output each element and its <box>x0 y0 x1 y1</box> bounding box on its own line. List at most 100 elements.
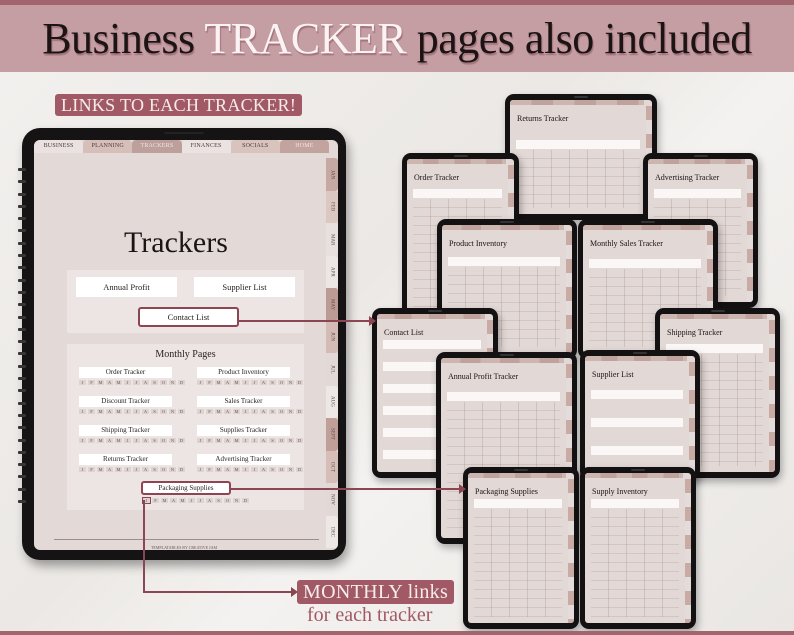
side-tab-jan[interactable]: JAN <box>326 158 338 191</box>
month-link[interactable]: S <box>269 409 276 414</box>
month-link[interactable]: J <box>133 380 140 385</box>
month-link[interactable]: S <box>151 409 158 414</box>
month-link[interactable]: S <box>269 380 276 385</box>
month-link[interactable]: A <box>142 409 149 414</box>
monthly-tracker-link[interactable]: Order Tracker <box>79 367 172 378</box>
month-link[interactable]: N <box>233 498 240 503</box>
month-link[interactable]: N <box>169 467 176 472</box>
side-tab-feb[interactable]: FEB <box>326 190 338 223</box>
month-link[interactable]: D <box>242 498 249 503</box>
month-link[interactable]: J <box>133 409 140 414</box>
preview-supplier-list[interactable]: Supplier List <box>580 350 700 480</box>
monthly-tracker-link[interactable]: Product Inventory <box>197 367 290 378</box>
preview-supply-inventory[interactable]: Supply Inventory <box>580 467 696 629</box>
month-link[interactable]: F <box>206 438 213 443</box>
preview-returns-tracker[interactable]: Returns Tracker <box>505 94 657 220</box>
month-link[interactable]: J <box>242 409 249 414</box>
tab-home[interactable]: HOME <box>279 140 330 153</box>
month-link[interactable]: M <box>233 409 240 414</box>
monthly-tracker-link[interactable]: Returns Tracker <box>79 454 172 465</box>
month-link[interactable]: S <box>151 438 158 443</box>
month-link[interactable]: J <box>251 380 258 385</box>
month-link[interactable]: F <box>88 467 95 472</box>
month-link[interactable]: F <box>88 380 95 385</box>
month-link[interactable]: J <box>197 467 204 472</box>
month-link[interactable]: J <box>251 467 258 472</box>
month-link[interactable]: J <box>197 498 204 503</box>
month-link[interactable]: O <box>160 380 167 385</box>
month-link[interactable]: F <box>206 467 213 472</box>
side-tab-jul[interactable]: JUL <box>326 353 338 386</box>
month-link[interactable]: N <box>287 438 294 443</box>
month-link[interactable]: O <box>278 438 285 443</box>
month-link[interactable]: A <box>142 467 149 472</box>
month-link[interactable]: A <box>260 467 267 472</box>
side-tab-mar[interactable]: MAR <box>326 223 338 256</box>
month-link[interactable]: A <box>224 380 231 385</box>
month-link[interactable]: F <box>206 380 213 385</box>
month-link[interactable]: O <box>278 467 285 472</box>
monthly-tracker-link[interactable]: Discount Tracker <box>79 396 172 407</box>
month-link[interactable]: M <box>179 498 186 503</box>
tab-finances[interactable]: FINANCES <box>181 140 231 153</box>
month-link[interactable]: J <box>124 438 131 443</box>
month-link[interactable]: O <box>160 467 167 472</box>
month-link[interactable]: M <box>97 409 104 414</box>
month-link[interactable]: F <box>88 438 95 443</box>
month-link[interactable]: J <box>197 409 204 414</box>
monthly-tracker-link[interactable]: Advertising Tracker <box>197 454 290 465</box>
month-link[interactable]: J <box>251 438 258 443</box>
month-link[interactable]: J <box>242 438 249 443</box>
contact-list-link[interactable]: Contact List <box>138 307 239 327</box>
month-link[interactable]: J <box>242 380 249 385</box>
side-tab-jun[interactable]: JUN <box>326 320 338 353</box>
month-link[interactable]: A <box>106 438 113 443</box>
month-link[interactable]: N <box>287 467 294 472</box>
month-link[interactable]: D <box>178 409 185 414</box>
month-link[interactable]: J <box>79 438 86 443</box>
month-link[interactable]: J <box>79 409 86 414</box>
monthly-tracker-link[interactable]: Shipping Tracker <box>79 425 172 436</box>
side-tab-sept[interactable]: SEPT <box>326 418 338 451</box>
month-link[interactable]: J <box>124 380 131 385</box>
month-link[interactable]: S <box>151 380 158 385</box>
month-link[interactable]: S <box>269 438 276 443</box>
monthly-tracker-link[interactable]: Supplies Tracker <box>197 425 290 436</box>
month-link[interactable]: F <box>88 409 95 414</box>
month-link[interactable]: O <box>278 380 285 385</box>
month-link[interactable]: J <box>79 380 86 385</box>
month-link[interactable]: M <box>97 467 104 472</box>
month-link[interactable]: M <box>97 380 104 385</box>
month-link[interactable]: M <box>115 409 122 414</box>
month-link[interactable]: D <box>296 409 303 414</box>
month-link[interactable]: J <box>124 467 131 472</box>
month-link[interactable]: M <box>215 438 222 443</box>
month-link[interactable]: N <box>169 409 176 414</box>
month-link[interactable]: N <box>287 380 294 385</box>
side-tab-may[interactable]: MAY <box>326 288 338 321</box>
month-link[interactable]: F <box>206 409 213 414</box>
tab-trackers[interactable]: TRACKERS <box>132 140 182 153</box>
month-link[interactable]: A <box>170 498 177 503</box>
preview-packaging-supplies[interactable]: Packaging Supplies <box>463 467 579 629</box>
month-link[interactable]: M <box>115 438 122 443</box>
month-link[interactable]: D <box>296 438 303 443</box>
month-link[interactable]: D <box>178 380 185 385</box>
month-link[interactable]: M <box>115 467 122 472</box>
tab-planning[interactable]: PLANNING <box>83 140 133 153</box>
month-link[interactable]: N <box>169 380 176 385</box>
month-link[interactable]: N <box>169 438 176 443</box>
month-link[interactable]: J <box>188 498 195 503</box>
month-link[interactable]: A <box>224 409 231 414</box>
month-link[interactable]: O <box>224 498 231 503</box>
month-link[interactable]: J <box>79 467 86 472</box>
month-link[interactable]: A <box>224 467 231 472</box>
month-link[interactable]: M <box>215 409 222 414</box>
month-link[interactable]: N <box>287 409 294 414</box>
month-link[interactable]: A <box>224 438 231 443</box>
month-link[interactable]: J <box>124 409 131 414</box>
month-link[interactable]: M <box>161 498 168 503</box>
side-tab-apr[interactable]: APR <box>326 255 338 288</box>
month-link[interactable]: A <box>260 409 267 414</box>
month-link[interactable]: A <box>260 438 267 443</box>
